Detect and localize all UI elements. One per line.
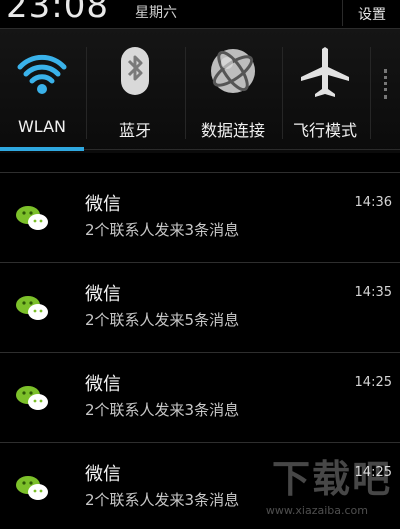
status-bar: 23:08 星期六 设置 — [0, 0, 400, 28]
globe-icon — [211, 49, 255, 93]
notification-item[interactable]: 微信 2个联系人发来3条消息 14:36 — [0, 172, 400, 259]
wechat-icon — [16, 296, 48, 320]
notification-time: 14:36 — [354, 195, 392, 210]
airplane-icon — [301, 47, 349, 97]
notification-text: 2个联系人发来5条消息 — [85, 311, 240, 329]
weekday-label: 星期六 — [135, 5, 177, 21]
notification-text: 2个联系人发来3条消息 — [85, 401, 240, 419]
notification-item[interactable]: 微信 2个联系人发来3条消息 14:25 — [0, 352, 400, 439]
toggle-bluetooth[interactable]: 蓝牙 — [88, 29, 182, 153]
notification-text: 2个联系人发来3条消息 — [85, 491, 240, 509]
wechat-icon — [16, 386, 48, 410]
toggle-airplane[interactable]: 飞行模式 — [284, 29, 366, 153]
notification-item[interactable]: 微信 2个联系人发来5条消息 14:35 — [0, 262, 400, 349]
clock: 23:08 — [6, 0, 109, 26]
toggle-airplane-label: 飞行模式 — [292, 121, 357, 140]
watermark-url: www.xiazaiba.com — [265, 504, 368, 517]
toggle-data[interactable]: 数据连接 — [187, 29, 279, 153]
wifi-icon — [17, 54, 67, 94]
wechat-icon — [16, 206, 48, 230]
toggle-wlan-label: WLAN — [17, 117, 66, 136]
settings-button[interactable]: 设置 — [358, 4, 386, 24]
more-toggles-icon[interactable] — [384, 69, 397, 99]
notification-text: 2个联系人发来3条消息 — [85, 221, 240, 239]
notification-time: 14:25 — [354, 375, 392, 390]
active-indicator — [0, 147, 84, 151]
notification-title: 微信 — [85, 284, 121, 305]
notification-title: 微信 — [85, 374, 121, 395]
toggle-data-label: 数据连接 — [200, 121, 265, 140]
notification-title: 微信 — [85, 194, 121, 215]
toggle-bluetooth-label: 蓝牙 — [118, 121, 151, 140]
notification-time: 14:35 — [354, 285, 392, 300]
quick-settings-panel: WLAN 蓝牙 数据连接 飞行模式 — [0, 28, 400, 153]
bluetooth-icon — [121, 47, 149, 95]
wechat-icon — [16, 476, 48, 500]
divider — [86, 47, 87, 139]
divider — [370, 47, 371, 139]
divider — [185, 47, 186, 139]
divider — [342, 0, 343, 26]
watermark-logo: 下载吧 — [271, 457, 392, 501]
toggle-wlan[interactable]: WLAN — [0, 29, 84, 153]
notification-title: 微信 — [85, 464, 121, 485]
divider — [282, 47, 283, 139]
